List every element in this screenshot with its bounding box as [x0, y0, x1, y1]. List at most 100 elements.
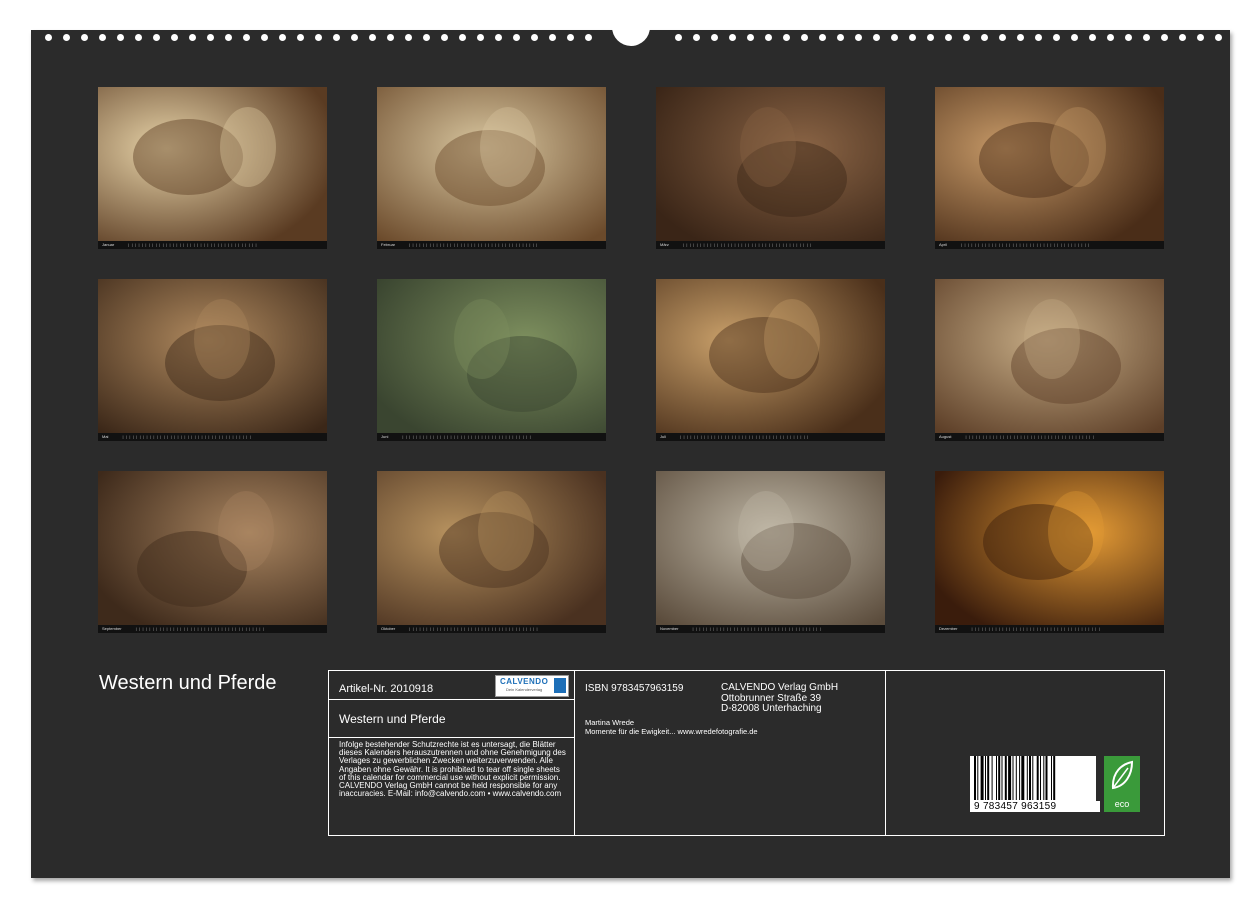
- binding-hole: [837, 34, 844, 41]
- barcode-bar: [1012, 756, 1014, 800]
- month-photo-6: Juni ||||||||||||||||||||||||||||||||||||…: [377, 279, 606, 441]
- calendar-back-cover: Januar ||||||||||||||||||||||||||||||||||…: [31, 16, 1230, 878]
- day-ticks: ||||||||||||||||||||||||||||||||||||||: [128, 242, 259, 247]
- binding-hole: [387, 34, 394, 41]
- binding-hole: [1089, 34, 1096, 41]
- month-strip: Dezember ||||||||||||||||||||||||||||||||…: [935, 625, 1164, 633]
- calvendo-logo-mark: [554, 678, 566, 693]
- binding-hole: [225, 34, 232, 41]
- month-photo-2: Februar |||||||||||||||||||||||||||||||||…: [377, 87, 606, 249]
- binding-hole: [1125, 34, 1132, 41]
- binding-hole: [279, 34, 286, 41]
- month-photo-5: Mai |||||||||||||||||||||||||||||||||||||…: [98, 279, 327, 441]
- calvendo-logo: CALVENDO Dein Kalenderverlag: [495, 675, 569, 697]
- barcode: 9 783457 963159: [970, 756, 1100, 812]
- binding-hole: [801, 34, 808, 41]
- calendar-subtitle: Western und Pferde: [339, 712, 446, 726]
- month-name: Januar: [102, 242, 115, 247]
- binding-hole: [585, 34, 592, 41]
- month-photo-12: Dezember ||||||||||||||||||||||||||||||||…: [935, 471, 1164, 633]
- eco-badge: eco: [1104, 756, 1140, 812]
- binding-hole: [873, 34, 880, 41]
- day-ticks: ||||||||||||||||||||||||||||||||||||||: [965, 434, 1097, 439]
- barcode-bar: [1040, 756, 1041, 800]
- month-strip: August ||||||||||||||||||||||||||||||||||…: [935, 433, 1164, 441]
- photo-image: [377, 471, 606, 625]
- day-ticks: ||||||||||||||||||||||||||||||||||||||: [402, 434, 534, 439]
- binding-hole: [477, 34, 484, 41]
- binding-hole: [369, 34, 376, 41]
- binding-hole: [297, 34, 304, 41]
- binding-hole: [1197, 34, 1204, 41]
- photo-image: [656, 87, 885, 241]
- binding-hole: [63, 34, 70, 41]
- info-column-left: Artikel-Nr. 2010918 CALVENDO Dein Kalend…: [329, 671, 575, 835]
- binding-hole: [315, 34, 322, 41]
- binding-hole: [1143, 34, 1150, 41]
- binding-hole: [135, 34, 142, 41]
- month-name: November: [660, 626, 679, 631]
- barcode-bar: [977, 756, 979, 800]
- barcode-bar: [998, 756, 1001, 800]
- barcode-bar: [985, 756, 986, 800]
- publisher-address: CALVENDO Verlag GmbH Ottobrunner Straße …: [721, 682, 838, 715]
- day-ticks: ||||||||||||||||||||||||||||||||||||||: [409, 242, 540, 247]
- binding-hole: [1179, 34, 1186, 41]
- month-name: August: [939, 434, 952, 439]
- month-strip: Februar |||||||||||||||||||||||||||||||||…: [377, 241, 606, 249]
- month-photo-10: Oktober |||||||||||||||||||||||||||||||||…: [377, 471, 606, 633]
- binding-hole: [81, 34, 88, 41]
- barcode-bar: [980, 756, 984, 800]
- barcode-bar: [996, 756, 997, 800]
- binding-hole: [441, 34, 448, 41]
- day-ticks: ||||||||||||||||||||||||||||||||||||||: [409, 626, 540, 631]
- binding-hole: [945, 34, 952, 41]
- barcode-bar: [974, 756, 976, 800]
- month-photo-7: Juli ||||||||||||||||||||||||||||||||||||…: [656, 279, 885, 441]
- day-ticks: ||||||||||||||||||||||||||||||||||||||: [971, 626, 1103, 631]
- month-strip: März ||||||||||||||||||||||||||||||||||||…: [656, 241, 885, 249]
- barcode-bar: [1029, 756, 1031, 800]
- binding-hole: [855, 34, 862, 41]
- barcode-bar: [1032, 756, 1034, 800]
- info-column-middle: ISBN 9783457963159 CALVENDO Verlag GmbH …: [575, 671, 886, 835]
- binding-hole: [765, 34, 772, 41]
- binding-hole: [513, 34, 520, 41]
- month-name: Oktober: [381, 626, 396, 631]
- binding-hole: [999, 34, 1006, 41]
- barcode-number: 9 783457 963159: [970, 801, 1100, 812]
- photo-image: [935, 279, 1164, 433]
- photo-image: [98, 471, 327, 625]
- binding-hole: [747, 34, 754, 41]
- month-photo-9: September |||||||||||||||||||||||||||||||…: [98, 471, 327, 633]
- month-name: Februar: [381, 242, 396, 247]
- binding-hole: [423, 34, 430, 41]
- photo-image: [98, 279, 327, 433]
- binding-hole: [333, 34, 340, 41]
- calendar-title: Western und Pferde: [99, 672, 277, 694]
- binding-hole: [243, 34, 250, 41]
- month-strip: Mai |||||||||||||||||||||||||||||||||||||…: [98, 433, 327, 441]
- month-name: März: [660, 242, 669, 247]
- month-photo-8: August ||||||||||||||||||||||||||||||||||…: [935, 279, 1164, 441]
- binding-hole: [783, 34, 790, 41]
- author-website: Momente für die Ewigkeit... www.wredefot…: [585, 726, 758, 736]
- photo-image: [935, 87, 1164, 241]
- binding-hole: [351, 34, 358, 41]
- binding-hole: [153, 34, 160, 41]
- article-row: Artikel-Nr. 2010918 CALVENDO Dein Kalend…: [329, 671, 574, 700]
- month-strip: Oktober |||||||||||||||||||||||||||||||||…: [377, 625, 606, 633]
- month-photo-3: März ||||||||||||||||||||||||||||||||||||…: [656, 87, 885, 249]
- binding-hole: [171, 34, 178, 41]
- leaf-icon: [1111, 760, 1134, 790]
- month-strip: April |||||||||||||||||||||||||||||||||||…: [935, 241, 1164, 249]
- binding-hole: [891, 34, 898, 41]
- barcode-bar: [1036, 756, 1039, 800]
- binding-hole: [189, 34, 196, 41]
- spiral-binding: [31, 16, 1230, 46]
- binding-hole: [711, 34, 718, 41]
- barcode-bar: [1053, 756, 1056, 800]
- month-name: Dezember: [939, 626, 958, 631]
- binding-hole: [1053, 34, 1060, 41]
- month-strip: Januar ||||||||||||||||||||||||||||||||||…: [98, 241, 327, 249]
